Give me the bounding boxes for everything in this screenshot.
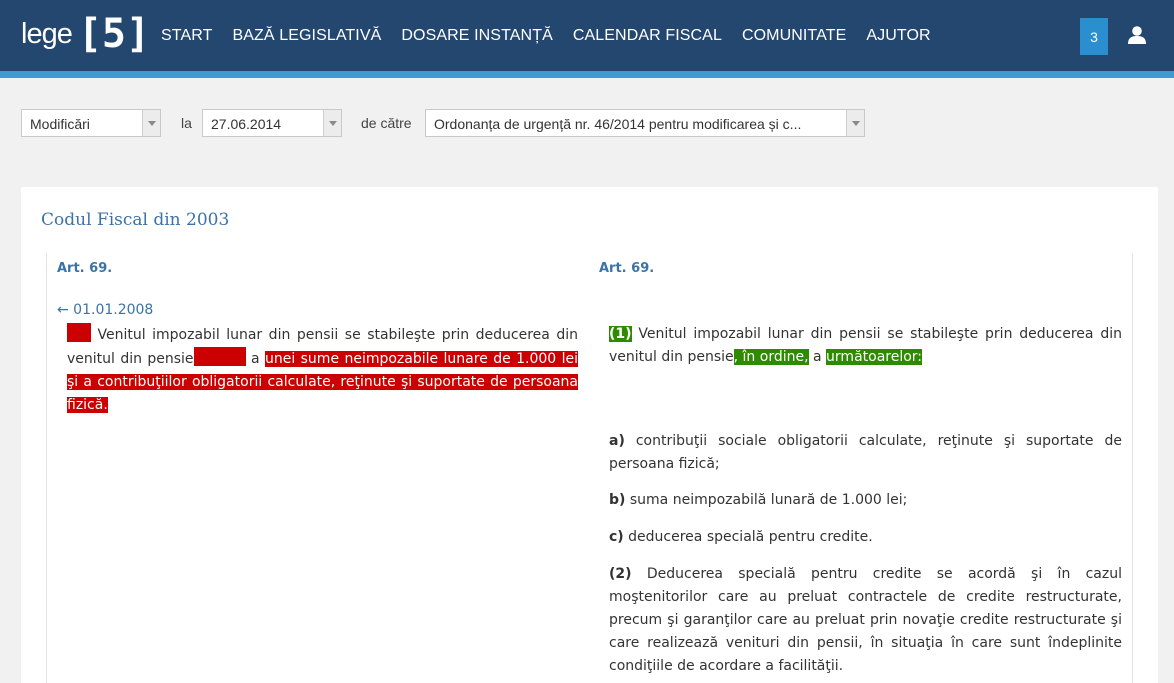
logo-mark: [5]: [77, 11, 151, 57]
chevron-down-icon[interactable]: [323, 110, 341, 136]
inserted-text: următoarelor:: [826, 349, 923, 365]
inserted-paragraph-number: (1): [609, 326, 632, 342]
item-a-text: contribuţii sociale obligatorii calculat…: [609, 433, 1122, 472]
right-paragraph-1: (1) Venitul impozabil lunar din pensii s…: [609, 323, 1122, 369]
main-nav: START BAZĂ LEGISLATIVĂ DOSARE INSTANȚĂ C…: [161, 27, 951, 45]
column-divider: [46, 253, 47, 683]
act-select[interactable]: Ordonanța de urgență nr. 46/2014 pentru …: [425, 109, 865, 137]
nav-ajutor[interactable]: AJUTOR: [866, 27, 930, 45]
chevron-down-icon[interactable]: [846, 110, 864, 136]
act-select-value: Ordonanța de urgență nr. 46/2014 pentru …: [434, 116, 802, 132]
nav-calendar-fiscal[interactable]: CALENDAR FISCAL: [573, 27, 722, 45]
item-a-label: a): [609, 433, 625, 449]
logo-word: lege: [21, 17, 73, 50]
document-panel: Codul Fiscal din 2003 Art. 69. ← 01.01.2…: [21, 187, 1158, 683]
left-paragraph: Venitul impozabil lunar din pensii se st…: [67, 323, 579, 417]
item-b-text: suma neimpozabilă lunară de 1.000 lei;: [629, 492, 908, 508]
date-select-value: 27.06.2014: [211, 116, 282, 132]
nav-start[interactable]: START: [161, 27, 212, 45]
document-title[interactable]: Codul Fiscal din 2003: [41, 210, 229, 230]
top-navigation-bar: lege [5] START BAZĂ LEGISLATIVĂ DOSARE I…: [0, 0, 1174, 71]
left-article-heading: Art. 69.: [57, 261, 113, 276]
item-c-text: deducerea specială pentru credite.: [628, 529, 873, 545]
mode-select[interactable]: Modificări: [21, 109, 161, 137]
paragraph-2-text: Deducerea specială pentru credite se aco…: [609, 566, 1123, 674]
lege5-logo[interactable]: lege [5]: [21, 14, 150, 54]
paragraph-2-number: (2): [609, 566, 632, 582]
date-label: la: [181, 115, 192, 131]
nav-accent-stripe: [0, 71, 1174, 78]
left-paragraph-a: a: [250, 351, 260, 367]
right-item-a: a) contribuţii sociale obligatorii calcu…: [609, 430, 1122, 476]
right-paragraph-2: (2) Deducerea specială pentru credite se…: [609, 563, 1122, 678]
right-paragraph-1-a: a: [813, 349, 822, 365]
notification-badge[interactable]: 3: [1080, 18, 1108, 55]
deleted-marker: [193, 347, 246, 366]
nav-dosare-instanta[interactable]: DOSARE INSTANȚĂ: [401, 27, 552, 45]
mode-select-value: Modificări: [30, 116, 90, 132]
right-article-heading: Art. 69.: [599, 261, 655, 276]
date-select[interactable]: 27.06.2014: [202, 109, 342, 137]
nav-baza-legislativa[interactable]: BAZĂ LEGISLATIVĂ: [232, 27, 381, 45]
chevron-down-icon[interactable]: [142, 110, 160, 136]
nav-comunitate[interactable]: COMUNITATE: [742, 27, 846, 45]
inserted-text: , în ordine,: [733, 349, 809, 365]
deleted-marker: [67, 323, 91, 342]
by-label: de către: [361, 115, 412, 131]
user-icon[interactable]: [1127, 25, 1147, 45]
item-b-label: b): [609, 492, 626, 508]
previous-version-link[interactable]: ← 01.01.2008: [57, 302, 153, 318]
right-item-b: b) suma neimpozabilă lunară de 1.000 lei…: [609, 489, 1122, 512]
column-divider: [1132, 253, 1133, 683]
right-item-c: c) deducerea specială pentru credite.: [609, 526, 1122, 549]
item-c-label: c): [609, 529, 624, 545]
